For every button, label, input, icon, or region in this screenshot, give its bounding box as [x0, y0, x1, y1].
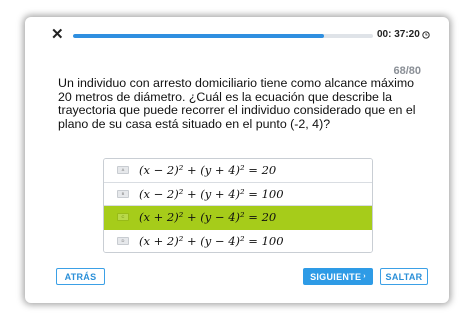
- close-button[interactable]: ✕: [51, 27, 64, 42]
- option-text: (x − 2)² + (y + 4)² = 100: [139, 186, 284, 201]
- option-text: (x + 2)² + (y − 4)² = 100: [139, 233, 284, 248]
- progress-bar: [73, 34, 373, 38]
- timer: 00: 37:20: [377, 29, 430, 40]
- option-letter-badge: B: [117, 189, 129, 198]
- option-text: (x + 2)² + (y − 4)² = 20: [139, 210, 277, 225]
- option-c[interactable]: C (x + 2)² + (y − 4)² = 20: [104, 206, 372, 230]
- next-button[interactable]: SIGUIENTE ›: [303, 268, 373, 285]
- option-a[interactable]: A (x − 2)² + (y + 4)² = 20: [104, 159, 372, 183]
- option-b[interactable]: B (x − 2)² + (y + 4)² = 100: [104, 182, 372, 206]
- option-d[interactable]: D (x + 2)² + (y − 4)² = 100: [104, 229, 372, 252]
- option-letter-badge: D: [117, 236, 129, 245]
- progress-fill: [73, 34, 324, 38]
- option-letter-badge: A: [117, 166, 129, 175]
- option-text: (x − 2)² + (y + 4)² = 20: [139, 163, 277, 178]
- clock-icon: [422, 30, 430, 39]
- quiz-card: ✕ 00: 37:20 68/80 Un individuo con arres…: [25, 17, 449, 303]
- question-text: Un individuo con arresto domiciliario ti…: [58, 76, 416, 131]
- option-letter-badge: C: [117, 213, 129, 222]
- chevron-right-icon: ›: [363, 273, 366, 280]
- timer-text: 00: 37:20: [377, 29, 420, 40]
- back-button[interactable]: ATRÁS: [56, 268, 105, 285]
- skip-button[interactable]: SALTAR: [380, 268, 428, 285]
- answer-options: A (x − 2)² + (y + 4)² = 20 B (x − 2)² + …: [103, 158, 373, 253]
- back-button-label: ATRÁS: [64, 271, 97, 282]
- next-button-label: SIGUIENTE: [310, 271, 362, 282]
- skip-button-label: SALTAR: [385, 271, 423, 282]
